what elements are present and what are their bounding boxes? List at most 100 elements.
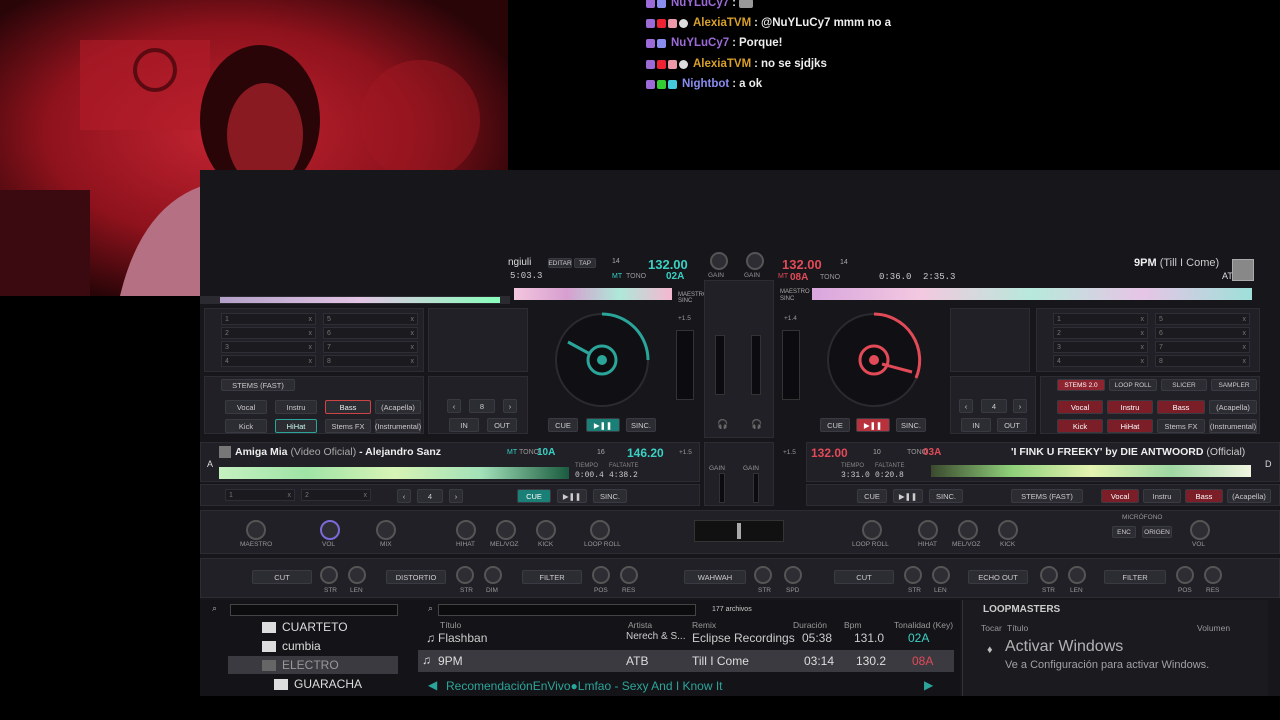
stem-vocal-button[interactable]: Vocal (1101, 489, 1139, 503)
stem-acapella-button[interactable]: (Acapella) (1209, 400, 1257, 414)
loop-in-button[interactable]: IN (961, 418, 991, 432)
hotcue-6[interactable]: 6x (1155, 327, 1250, 339)
effect-knob[interactable] (348, 566, 366, 584)
headphone-right-icon[interactable]: 🎧 (751, 419, 762, 430)
hihat-knob-left[interactable] (456, 520, 476, 540)
cue-button[interactable]: CUE (857, 489, 887, 503)
kick-knob-left[interactable] (536, 520, 556, 540)
prev-arrow-icon[interactable]: ◀ (428, 678, 437, 692)
stem-vocal-button[interactable]: Vocal (225, 400, 267, 414)
crossfader[interactable] (694, 520, 784, 542)
cue-button-left[interactable]: CUE (548, 418, 578, 432)
folder-search-input[interactable] (230, 604, 398, 616)
effect-knob[interactable] (320, 566, 338, 584)
folder-item[interactable]: CUARTETO (262, 618, 398, 636)
stem-bass-button[interactable]: Bass (1185, 489, 1223, 503)
stem-acapella-button[interactable]: (Acapella) (375, 400, 421, 414)
stem-instru-button[interactable]: Instru (275, 400, 317, 414)
play-button[interactable]: ▶❚❚ (557, 489, 587, 503)
track-waveform[interactable] (812, 288, 1252, 300)
mic-on-button[interactable]: ENC (1112, 526, 1136, 538)
melvoz-knob-left[interactable] (496, 520, 516, 540)
effect-slot-1[interactable]: CUT (252, 570, 312, 584)
mic-source-button[interactable]: ORIGEN (1142, 526, 1172, 538)
hotcue-7[interactable]: 7x (1155, 341, 1250, 353)
stem-fx-button[interactable]: Stems FX (1157, 419, 1205, 433)
vol-knob[interactable] (320, 520, 340, 540)
mic-vol-knob[interactable] (1190, 520, 1210, 540)
loop-half-button[interactable]: ‹ (959, 399, 973, 413)
loop-double-button[interactable]: › (503, 399, 517, 413)
hotcue-2[interactable]: 2x (1053, 327, 1148, 339)
cue-slot-2[interactable]: 2x (301, 489, 371, 501)
gain-knob-left[interactable] (710, 252, 728, 270)
hotcue-8[interactable]: 8x (323, 355, 418, 367)
effect-knob[interactable] (784, 566, 802, 584)
hotcue-8[interactable]: 8x (1155, 355, 1250, 367)
loop-roll-knob-left[interactable] (590, 520, 610, 540)
hotcue-4[interactable]: 4x (221, 355, 316, 367)
hotcue-2[interactable]: 2x (221, 327, 316, 339)
column-play[interactable]: Tocar (981, 623, 1002, 633)
mode-loop-roll-button[interactable]: LOOP ROLL (1109, 379, 1157, 391)
melvoz-knob-right[interactable] (958, 520, 978, 540)
hotcue-7[interactable]: 7x (323, 341, 418, 353)
effect-knob[interactable] (1204, 566, 1222, 584)
column-artist[interactable]: Artista (628, 620, 652, 630)
master-knob[interactable] (246, 520, 266, 540)
stem-acapella-button[interactable]: (Acapella) (1227, 489, 1271, 503)
loop-double-button[interactable]: › (449, 489, 463, 503)
stem-instru-button[interactable]: Instru (1143, 489, 1181, 503)
edit-button[interactable]: EDITAR (548, 258, 572, 268)
mix-knob[interactable] (376, 520, 396, 540)
stem-fx-button[interactable]: Stems FX (325, 419, 371, 433)
pitch-fader-left[interactable] (676, 330, 694, 400)
loop-out-button[interactable]: OUT (997, 418, 1027, 432)
stems-mode-dropdown[interactable]: STEMS (FAST) (1011, 489, 1083, 503)
folder-item-selected[interactable]: ELECTRO (228, 656, 398, 674)
hihat-knob-right[interactable] (918, 520, 938, 540)
play-button-left[interactable]: ▶❚❚ (586, 418, 620, 432)
effect-slot-3[interactable]: FILTER (522, 570, 582, 584)
cue-button-right[interactable]: CUE (820, 418, 850, 432)
effect-knob[interactable] (904, 566, 922, 584)
stems-mode-dropdown[interactable]: STEMS (FAST) (221, 379, 295, 391)
stem-hihat-button[interactable]: HiHat (275, 419, 317, 433)
hotcue-1[interactable]: 1x (221, 313, 316, 325)
effect-slot-6[interactable]: FILTER (1104, 570, 1166, 584)
stem-bass-button[interactable]: Bass (325, 400, 371, 414)
column-duration[interactable]: Duración (793, 620, 827, 630)
column-title[interactable]: Título (440, 620, 461, 630)
volume-fader-right[interactable] (751, 335, 761, 395)
jog-wheel-right[interactable] (812, 306, 942, 414)
effect-knob[interactable] (1040, 566, 1058, 584)
deck-left-mini-waveform[interactable] (200, 296, 510, 304)
mode-slicer-button[interactable]: SLICER (1161, 379, 1207, 391)
folder-item[interactable]: cumbia (262, 637, 398, 655)
play-button-right[interactable]: ▶❚❚ (856, 418, 890, 432)
gain-knob-right[interactable] (746, 252, 764, 270)
volume-fader-d[interactable] (753, 473, 759, 503)
play-button[interactable]: ▶❚❚ (893, 489, 923, 503)
hotcue-3[interactable]: 3x (221, 341, 316, 353)
folder-item[interactable]: GUARACHA (274, 675, 398, 693)
track-waveform[interactable] (219, 467, 569, 479)
stem-kick-button[interactable]: Kick (1057, 419, 1103, 433)
effect-knob[interactable] (1068, 566, 1086, 584)
cue-button[interactable]: CUE (517, 489, 551, 503)
effect-knob[interactable] (456, 566, 474, 584)
table-row[interactable]: ♫ Flashban Nerech & S... Eclipse Recordi… (422, 631, 954, 647)
column-title[interactable]: Título (1007, 623, 1028, 633)
sync-button-right[interactable]: SINC. (896, 418, 926, 432)
column-remix[interactable]: Remix (692, 620, 716, 630)
column-bpm[interactable]: Bpm (844, 620, 861, 630)
loop-double-button[interactable]: › (1013, 399, 1027, 413)
stem-instru-button[interactable]: Instru (1107, 400, 1153, 414)
sampler-right[interactable] (950, 308, 1030, 372)
column-key[interactable]: Tonalidad (Key) (894, 620, 953, 630)
volume-fader-left[interactable] (715, 335, 725, 395)
pitch-fader-right[interactable] (782, 330, 800, 400)
cue-slot-1[interactable]: 1x (225, 489, 295, 501)
headphone-left-icon[interactable]: 🎧 (717, 419, 728, 430)
stem-vocal-button[interactable]: Vocal (1057, 400, 1103, 414)
